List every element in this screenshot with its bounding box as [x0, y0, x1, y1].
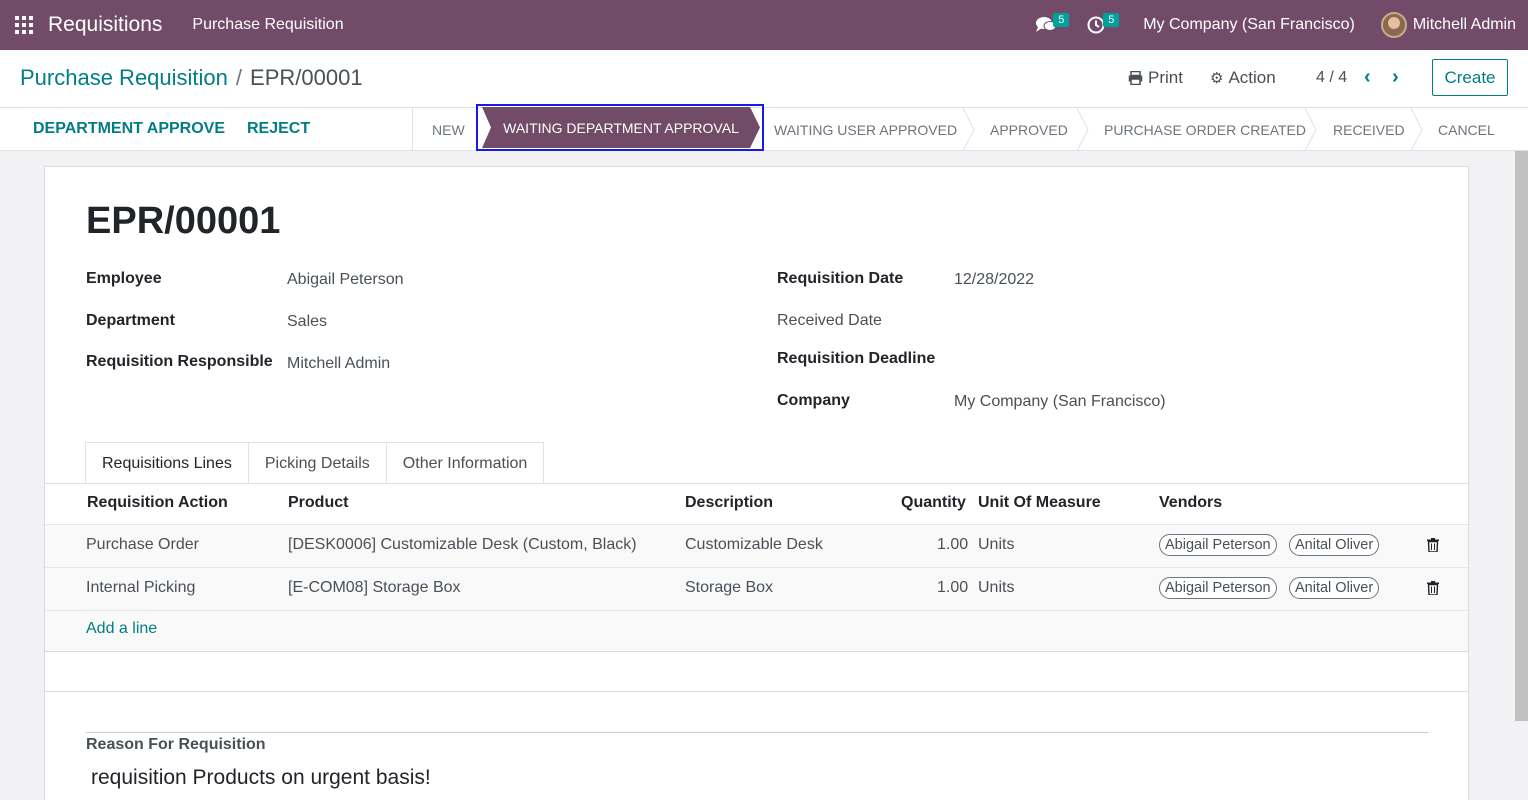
print-label: Print [1148, 68, 1183, 87]
tabs-divider [45, 483, 1468, 484]
section-divider [45, 691, 1468, 692]
breadcrumb-current: EPR/00001 [250, 65, 363, 90]
gear-icon: ⚙ [1210, 70, 1224, 87]
row-quantity: 1.00 [937, 579, 969, 596]
avatar[interactable] [1380, 12, 1407, 38]
column-requisition-action[interactable]: Requisition Action [87, 494, 228, 512]
page-title: EPR/00001 [86, 200, 281, 242]
vendor-tag: Abigail Peterson [1159, 534, 1277, 556]
action-label: Action [1228, 68, 1276, 87]
stage-waiting-user-approved[interactable]: WAITING USER APPROVED [774, 108, 957, 151]
row-action: Purchase Order [86, 536, 199, 553]
company-label: Company [777, 392, 850, 409]
table-bottom-border [45, 651, 1468, 652]
activities-button[interactable]: 5 [1083, 12, 1120, 38]
apps-menu-icon[interactable] [15, 16, 33, 34]
responsible-label: Requisition Responsible [86, 353, 273, 370]
stage-approved[interactable]: APPROVED [990, 108, 1068, 151]
company-field[interactable]: My Company (San Francisco) [954, 393, 1166, 411]
deadline-field[interactable] [954, 350, 1254, 370]
scrollbar[interactable] [1515, 151, 1528, 721]
chevron-right-icon[interactable]: › [1392, 66, 1399, 89]
breadcrumb-parent[interactable]: Purchase Requisition [20, 65, 228, 90]
control-panel: Purchase Requisition / EPR/00001 Print ⚙ A… [0, 50, 1528, 108]
row-quantity: 1.00 [937, 536, 969, 553]
department-label: Department [86, 312, 175, 329]
column-vendors[interactable]: Vendors [1159, 494, 1222, 512]
notebook-tabs: Requisitions Lines Picking Details Other… [85, 442, 545, 484]
messages-badge: 5 [1053, 13, 1070, 27]
row-product: [DESK0006] Customizable Desk (Custom, Bl… [288, 536, 637, 553]
action-button[interactable]: ⚙ Action [1210, 68, 1276, 88]
form-sheet: EPR/00001 Employee Abigail Peterson Depa… [44, 166, 1469, 800]
status-divider [412, 108, 413, 151]
breadcrumb: Purchase Requisition / EPR/00001 [20, 65, 363, 91]
row-uom: Units [978, 579, 1015, 596]
create-button[interactable]: Create [1432, 59, 1508, 96]
stage-separator [962, 108, 975, 151]
print-button[interactable]: Print [1128, 68, 1183, 88]
stage-separator [1304, 108, 1317, 151]
company-switcher[interactable]: My Company (San Francisco) [1143, 16, 1355, 34]
stage-cancel[interactable]: CANCEL [1438, 108, 1495, 151]
department-field[interactable]: Sales [287, 313, 327, 331]
responsible-field[interactable]: Mitchell Admin [287, 355, 390, 373]
department-approve-button[interactable]: DEPARTMENT APPROVE [33, 120, 225, 138]
messages-button[interactable]: 5 [1033, 12, 1070, 38]
vendor-tag: Abigail Peterson [1159, 577, 1277, 599]
activities-badge: 5 [1103, 13, 1120, 27]
vendor-tag: Anital Oliver [1289, 534, 1380, 556]
stage-received[interactable]: RECEIVED [1333, 108, 1405, 151]
reason-separator [86, 732, 1428, 733]
column-unit-of-measure[interactable]: Unit Of Measure [978, 494, 1101, 512]
row-description: Storage Box [685, 579, 774, 596]
active-stage-label: WAITING DEPARTMENT APPROVAL [503, 119, 739, 136]
add-line-row [45, 610, 1468, 653]
received-date-label: Received Date [777, 312, 882, 329]
reason-field[interactable]: requisition Products on urgent basis! [91, 766, 431, 790]
tab-other-information[interactable]: Other Information [385, 442, 545, 484]
requisition-date-field[interactable]: 12/28/2022 [954, 271, 1034, 289]
tab-picking-details[interactable]: Picking Details [247, 442, 387, 484]
employee-field[interactable]: Abigail Peterson [287, 271, 404, 289]
add-line-link[interactable]: Add a line [86, 620, 157, 638]
reject-button[interactable]: REJECT [247, 120, 310, 138]
row-product: [E-COM08] Storage Box [288, 579, 461, 596]
row-uom: Units [978, 536, 1015, 553]
chevron-left-icon[interactable]: ‹ [1364, 66, 1371, 89]
app-name[interactable]: Requisitions [48, 13, 162, 37]
trash-icon[interactable] [1427, 581, 1439, 595]
tab-requisitions-lines[interactable]: Requisitions Lines [85, 442, 249, 484]
column-product[interactable]: Product [288, 494, 348, 512]
stage-purchase-order-created[interactable]: PURCHASE ORDER CREATED [1104, 108, 1306, 151]
pager-value[interactable]: 4 / 4 [1316, 69, 1347, 87]
received-date-field[interactable] [954, 312, 1254, 332]
stage-separator [1410, 108, 1423, 151]
vendor-tag: Anital Oliver [1289, 577, 1380, 599]
deadline-label: Requisition Deadline [777, 350, 936, 367]
breadcrumb-separator: / [235, 65, 243, 90]
user-menu[interactable]: Mitchell Admin [1413, 16, 1516, 34]
status-bar: DEPARTMENT APPROVE REJECT NEW WAITING US… [0, 108, 1528, 151]
stage-new[interactable]: NEW [432, 108, 465, 151]
stage-waiting-department-approval[interactable]: WAITING DEPARTMENT APPROVAL [476, 104, 764, 151]
requisition-date-label: Requisition Date [777, 270, 904, 287]
trash-icon[interactable] [1427, 538, 1439, 552]
top-navbar: Requisitions Purchase Requisition 5 5 My… [0, 0, 1528, 50]
reason-label: Reason For Requisition [86, 736, 266, 753]
row-description: Customizable Desk [685, 536, 823, 553]
employee-label: Employee [86, 270, 162, 287]
stage-separator [1076, 108, 1089, 151]
column-quantity[interactable]: Quantity [901, 494, 966, 512]
print-icon [1128, 71, 1143, 85]
menu-purchase-requisition[interactable]: Purchase Requisition [192, 16, 343, 34]
column-description[interactable]: Description [685, 494, 773, 512]
row-action: Internal Picking [86, 579, 196, 596]
